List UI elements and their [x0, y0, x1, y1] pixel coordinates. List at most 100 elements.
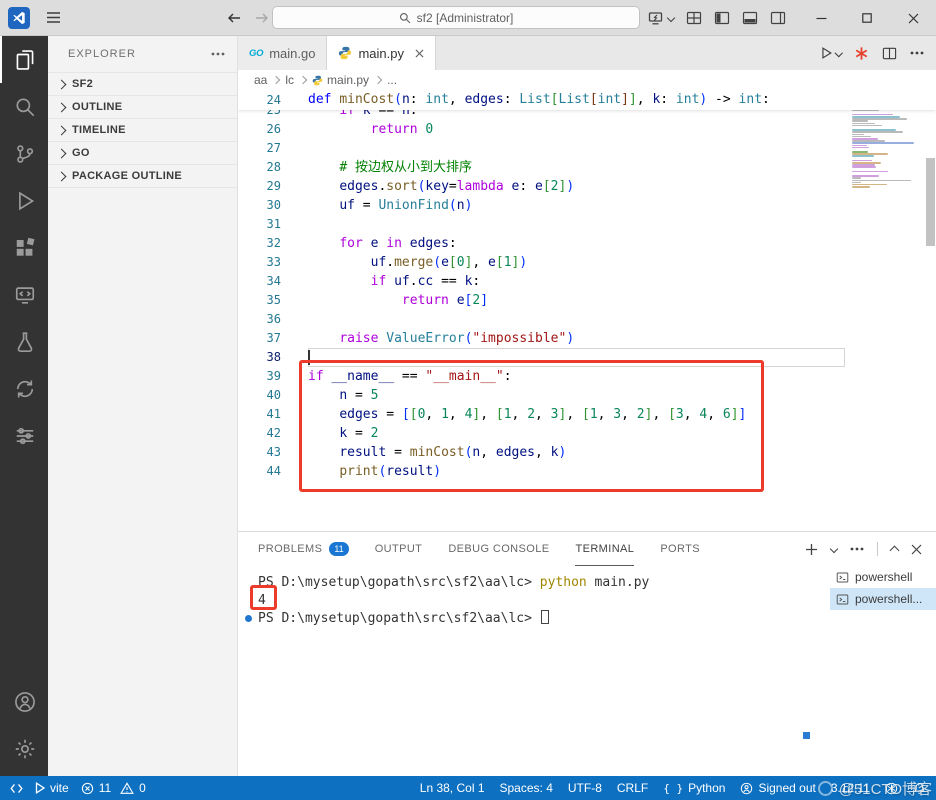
- toggle-sidebar-icon[interactable]: [714, 10, 730, 26]
- sidebar-section-outline[interactable]: OUTLINE: [48, 95, 237, 118]
- line-number[interactable]: 32: [238, 234, 308, 253]
- sidebar-section-go[interactable]: GO: [48, 141, 237, 164]
- close-icon[interactable]: [415, 49, 424, 58]
- breadcrumb-item-lc[interactable]: lc: [285, 73, 294, 87]
- panel-tab-debug-console[interactable]: DEBUG CONSOLE: [448, 532, 549, 566]
- code-line-30[interactable]: 30 uf = UnionFind(n): [238, 196, 936, 215]
- panel-tab-output[interactable]: OUTPUT: [375, 532, 423, 566]
- remote-indicator-icon[interactable]: [10, 782, 23, 795]
- eol-sequence[interactable]: CRLF: [617, 781, 648, 795]
- activity-item-sync[interactable]: [0, 365, 48, 412]
- more-actions-icon[interactable]: [850, 547, 864, 551]
- tab-main-py[interactable]: main.py: [327, 36, 436, 70]
- code-line-44[interactable]: 44 print(result): [238, 462, 936, 481]
- line-number[interactable]: 43: [238, 443, 308, 462]
- code-line-26[interactable]: 26 return 0: [238, 120, 936, 139]
- indentation[interactable]: Spaces: 4: [500, 781, 553, 795]
- line-number[interactable]: 27: [238, 139, 308, 158]
- account-status[interactable]: Signed out: [740, 781, 816, 795]
- tab-main-go[interactable]: GO main.go: [238, 36, 328, 70]
- line-number[interactable]: 44: [238, 462, 308, 481]
- code-line-38[interactable]: 38: [238, 348, 936, 367]
- code-line-28[interactable]: 28 # 按边权从小到大排序: [238, 158, 936, 177]
- line-number[interactable]: 30: [238, 196, 308, 215]
- back-icon[interactable]: [226, 10, 242, 26]
- code-line-29[interactable]: 29 edges.sort(key=lambda e: e[2]): [238, 177, 936, 196]
- code-line-42[interactable]: 42 k = 2: [238, 424, 936, 443]
- code-line-36[interactable]: 36: [238, 310, 936, 329]
- toggle-panel-icon[interactable]: [742, 10, 758, 26]
- line-number[interactable]: 29: [238, 177, 308, 196]
- activity-item-remote[interactable]: [0, 271, 48, 318]
- forward-icon[interactable]: [254, 10, 270, 26]
- split-editor-icon[interactable]: [882, 46, 897, 61]
- panel-close-icon[interactable]: [911, 544, 922, 555]
- code-line-27[interactable]: 27: [238, 139, 936, 158]
- code-line-31[interactable]: 31: [238, 215, 936, 234]
- activity-item-settings[interactable]: [0, 725, 48, 772]
- code-line-34[interactable]: 34 if uf.cc == k:: [238, 272, 936, 291]
- code-line-40[interactable]: 40 n = 5: [238, 386, 936, 405]
- more-actions-icon[interactable]: [910, 51, 924, 55]
- more-actions-icon[interactable]: [211, 52, 225, 56]
- line-number[interactable]: 35: [238, 291, 308, 310]
- code-line-25[interactable]: 25 if k == n:: [238, 110, 936, 120]
- new-terminal-icon[interactable]: [805, 543, 818, 556]
- terminal-profile-1[interactable]: powershell: [830, 566, 936, 588]
- line-number[interactable]: 24: [238, 90, 308, 110]
- run-button[interactable]: [819, 46, 843, 60]
- panel-tab-problems[interactable]: PROBLEMS 11: [258, 532, 349, 566]
- sidebar-section-package-outline[interactable]: PACKAGE OUTLINE: [48, 164, 237, 187]
- line-number[interactable]: 42: [238, 424, 308, 443]
- activity-item-extensions[interactable]: [0, 224, 48, 271]
- launch-profile-icon[interactable]: [648, 11, 676, 26]
- line-number[interactable]: 33: [238, 253, 308, 272]
- editor-scrollbar[interactable]: [926, 158, 935, 246]
- panel-tab-terminal[interactable]: TERMINAL: [575, 532, 635, 566]
- cursor-position[interactable]: Ln 38, Col 1: [420, 781, 485, 795]
- command-decoration-dot[interactable]: [245, 615, 252, 622]
- breadcrumb-item-[interactable]: ...: [387, 73, 397, 87]
- minimize-button[interactable]: [798, 0, 844, 36]
- activity-item-account[interactable]: [0, 678, 48, 725]
- code-line-33[interactable]: 33 uf.merge(e[0], e[1]): [238, 253, 936, 272]
- sticky-code-line-24[interactable]: 24 def minCost(n: int, edges: List[List[i…: [238, 90, 936, 110]
- line-number[interactable]: 25: [238, 110, 308, 120]
- code-line-35[interactable]: 35 return e[2]: [238, 291, 936, 310]
- activity-item-search[interactable]: [0, 83, 48, 130]
- panel-maximize-icon[interactable]: [889, 545, 900, 556]
- close-window-button[interactable]: [890, 0, 936, 36]
- breadcrumb-item-main-py[interactable]: main.py: [312, 73, 369, 87]
- breadcrumb-item-aa[interactable]: aa: [254, 73, 267, 87]
- line-number[interactable]: 31: [238, 215, 308, 234]
- sidebar-section-sf2[interactable]: SF2: [48, 72, 237, 95]
- line-number[interactable]: 41: [238, 405, 308, 424]
- terminal-profile-2[interactable]: powershell...: [830, 588, 936, 610]
- task-vite[interactable]: vite: [35, 781, 69, 795]
- activity-item-explorer[interactable]: [0, 36, 48, 83]
- encoding[interactable]: UTF-8: [568, 781, 602, 795]
- line-number[interactable]: 28: [238, 158, 308, 177]
- language-mode[interactable]: { } Python: [663, 781, 725, 795]
- line-number[interactable]: 38: [238, 348, 308, 367]
- activity-item-testing[interactable]: [0, 318, 48, 365]
- sticky-scroll-line[interactable]: 24 def minCost(n: int, edges: List[List[i…: [238, 90, 936, 110]
- activity-item-run-debug[interactable]: [0, 177, 48, 224]
- code-editor[interactable]: 24 def minCost(n: int, edges: List[List[i…: [238, 90, 936, 531]
- terminal-dropdown-icon[interactable]: [829, 544, 839, 554]
- problems-status[interactable]: 11 0: [81, 781, 146, 795]
- red-asterisk-icon[interactable]: [854, 46, 869, 61]
- activity-item-source-control[interactable]: [0, 130, 48, 177]
- command-center-search[interactable]: sf2 [Administrator]: [272, 6, 640, 29]
- line-number[interactable]: 37: [238, 329, 308, 348]
- code-line-39[interactable]: 39 if __name__ == "__main__":: [238, 367, 936, 386]
- line-number[interactable]: 36: [238, 310, 308, 329]
- code-line-43[interactable]: 43 result = minCost(n, edges, k): [238, 443, 936, 462]
- layout-grid-icon[interactable]: [686, 10, 702, 26]
- line-number[interactable]: 26: [238, 120, 308, 139]
- line-number[interactable]: 34: [238, 272, 308, 291]
- terminal[interactable]: PS D:\mysetup\gopath\src\sf2\aa\lc> pyth…: [238, 566, 828, 776]
- line-number[interactable]: 40: [238, 386, 308, 405]
- code-line-32[interactable]: 32 for e in edges:: [238, 234, 936, 253]
- sidebar-section-timeline[interactable]: TIMELINE: [48, 118, 237, 141]
